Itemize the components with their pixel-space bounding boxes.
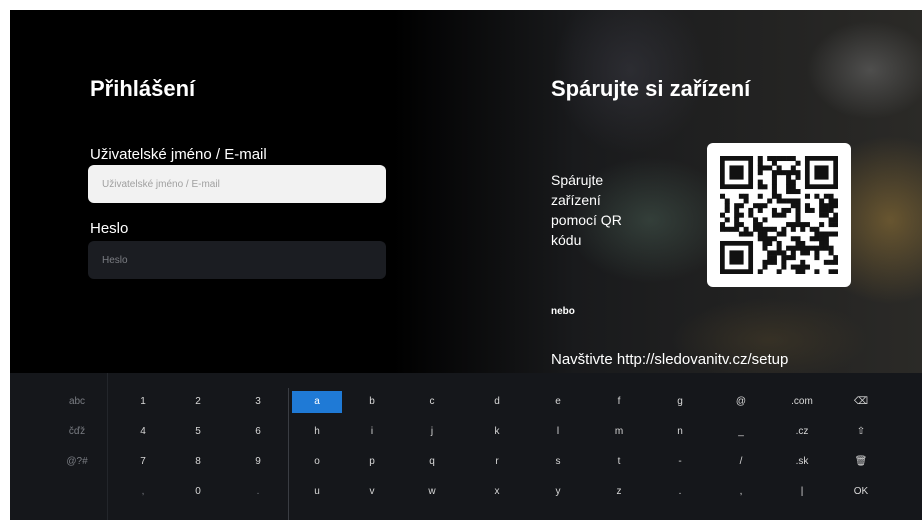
keyboard-divider xyxy=(107,373,108,520)
pairing-instructions: Spárujte zařízení pomocí QR kódu xyxy=(551,172,622,248)
keyboard-key[interactable]: , xyxy=(716,481,766,503)
keyboard-key[interactable]: t xyxy=(594,451,644,473)
keyboard-key[interactable]: 3 xyxy=(233,391,283,413)
keyboard-key[interactable]: s xyxy=(533,451,583,473)
keyboard-key[interactable]: m xyxy=(594,421,644,443)
keyboard-key[interactable]: 5 xyxy=(173,421,223,443)
shift-icon[interactable]: ⇧ xyxy=(836,421,886,443)
keyboard-mode-key[interactable]: @?# xyxy=(52,451,102,473)
keyboard-key[interactable]: l xyxy=(533,421,583,443)
keyboard-key[interactable]: p xyxy=(347,451,397,473)
keyboard-key[interactable]: z xyxy=(594,481,644,503)
keyboard-key[interactable]: n xyxy=(655,421,705,443)
keyboard-key[interactable]: 9 xyxy=(233,451,283,473)
keyboard-key[interactable]: 1 xyxy=(118,391,168,413)
keyboard-key[interactable]: k xyxy=(472,421,522,443)
keyboard-key[interactable]: q xyxy=(407,451,457,473)
keyboard-key[interactable]: 7 xyxy=(118,451,168,473)
keyboard-key[interactable]: i xyxy=(347,421,397,443)
qr-code-icon xyxy=(720,156,838,274)
ok-button[interactable]: OK xyxy=(836,481,886,503)
keyboard-key[interactable]: o xyxy=(292,451,342,473)
keyboard-key[interactable]: .sk xyxy=(777,451,827,473)
keyboard-key[interactable]: b xyxy=(347,391,397,413)
login-title: Přihlášení xyxy=(90,76,196,101)
username-field[interactable] xyxy=(88,165,386,203)
password-field[interactable] xyxy=(88,241,386,279)
keyboard-key[interactable]: r xyxy=(472,451,522,473)
username-label: Uživatelské jméno / E-mail xyxy=(90,146,267,163)
backspace-icon[interactable]: ⌫ xyxy=(836,391,886,413)
keyboard-key[interactable]: 4 xyxy=(118,421,168,443)
keyboard-key[interactable]: 0 xyxy=(173,481,223,503)
keyboard-key[interactable]: | xyxy=(777,481,827,503)
keyboard-mode-key[interactable]: čďž xyxy=(52,421,102,443)
keyboard-key[interactable]: w xyxy=(407,481,457,503)
keyboard-key[interactable]: g xyxy=(655,391,705,413)
keyboard-key[interactable]: / xyxy=(716,451,766,473)
keyboard-key[interactable]: c xyxy=(407,391,457,413)
keyboard-key[interactable]: .cz xyxy=(777,421,827,443)
tv-login-screen: Přihlášení Uživatelské jméno / E-mail He… xyxy=(10,10,922,520)
keyboard-key[interactable]: f xyxy=(594,391,644,413)
keyboard-key[interactable]: , xyxy=(118,481,168,503)
keyboard-key[interactable]: v xyxy=(347,481,397,503)
keyboard-key[interactable]: . xyxy=(233,481,283,503)
keyboard-key[interactable]: d xyxy=(472,391,522,413)
keyboard-key[interactable]: 8 xyxy=(173,451,223,473)
keyboard-key[interactable]: u xyxy=(292,481,342,503)
keyboard-key[interactable]: _ xyxy=(716,421,766,443)
keyboard-key[interactable]: y xyxy=(533,481,583,503)
keyboard-key[interactable]: . xyxy=(655,481,705,503)
keyboard-key[interactable]: x xyxy=(472,481,522,503)
pairing-title: Spárujte si zařízení xyxy=(551,76,751,101)
keyboard-mode-key[interactable]: abc xyxy=(52,391,102,413)
trash-icon[interactable]: 🗑 xyxy=(836,451,886,473)
keyboard-key[interactable]: @ xyxy=(716,391,766,413)
or-text: nebo xyxy=(551,306,575,317)
keyboard-key[interactable]: e xyxy=(533,391,583,413)
keyboard-key[interactable]: - xyxy=(655,451,705,473)
visit-url-text: Navštivte http://sledovanitv.cz/setup xyxy=(551,351,789,368)
keyboard-key[interactable]: .com xyxy=(777,391,827,413)
keyboard-key[interactable]: a xyxy=(292,391,342,413)
keyboard-divider xyxy=(288,388,289,520)
password-label: Heslo xyxy=(90,220,129,237)
keyboard-key[interactable]: j xyxy=(407,421,457,443)
keyboard-key[interactable]: 6 xyxy=(233,421,283,443)
qr-code xyxy=(707,143,851,287)
keyboard-key[interactable]: 2 xyxy=(173,391,223,413)
keyboard-key[interactable]: h xyxy=(292,421,342,443)
